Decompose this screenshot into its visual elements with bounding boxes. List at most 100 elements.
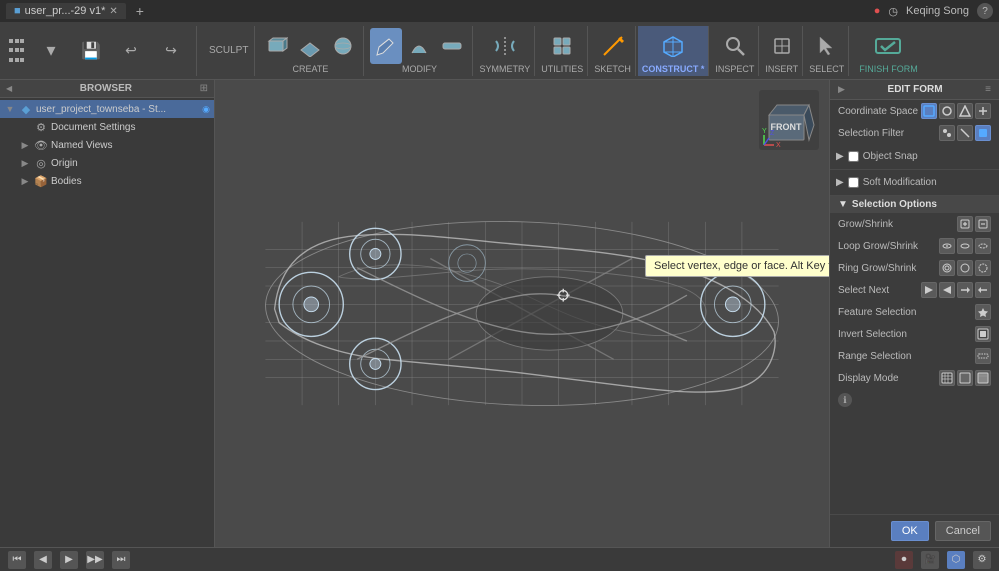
coord-btn-4[interactable] [975,103,991,119]
new-tab-button[interactable]: + [136,3,144,19]
nav-start-btn[interactable]: ⏮ [8,551,26,569]
help-button[interactable]: ? [977,3,993,19]
grow-shrink-row: Grow/Shrink [830,213,999,235]
filter-btn-1[interactable] [939,125,955,141]
modify-edit-btn[interactable] [370,28,402,64]
filter-btn-2[interactable] [957,125,973,141]
3d-canvas[interactable] [215,80,829,547]
coordinate-space-row: Coordinate Space [830,100,999,122]
utilities-label[interactable]: UTILITIES [541,64,583,74]
insert-label[interactable]: INSERT [765,64,798,74]
range-btn-1[interactable] [975,348,991,364]
feature-sel-row: Feature Selection [830,301,999,323]
browser-panel: ◀ BROWSER ⊞ ▼ ◆ user_project_townseba - … [0,80,215,547]
ring-grow-row: Ring Grow/Shrink [830,257,999,279]
nav-next-btn[interactable]: ▶▶ [86,551,104,569]
sketch-btn[interactable] [597,28,629,64]
construct-label[interactable]: CONSTRUCT * [642,64,705,74]
file-button[interactable]: ▾ [32,26,70,76]
display-btn-2[interactable] [957,370,973,386]
create-label[interactable]: CREATE [293,64,329,74]
symmetry-btn[interactable] [489,28,521,64]
object-snap-header[interactable]: ▶ Object Snap [830,148,999,165]
undo-button[interactable]: ↩ [112,26,150,76]
tree-item-origin[interactable]: ▶ ◎ Origin [0,154,214,172]
tree-item-views[interactable]: ▶ 👁 Named Views [0,136,214,154]
toolbar: ▾ 💾 ↩ ↪ SCULPT CREATE [0,22,999,80]
modify-label[interactable]: MODIFY [402,64,437,74]
ring-btn-2[interactable] [957,260,973,276]
cancel-button[interactable]: Cancel [935,521,991,541]
tree-icon-origin: ◎ [34,156,48,170]
create-plane-btn[interactable] [294,28,326,64]
ok-button[interactable]: OK [891,521,929,541]
coord-btn-2[interactable] [939,103,955,119]
tree-arrow-views: ▶ [19,140,31,151]
insert-btn[interactable] [766,28,798,64]
mesh-display-btn[interactable]: ⬡ [947,551,965,569]
select-next-label: Select Next [838,285,921,296]
coord-btn-3[interactable] [957,103,973,119]
display-btn-1[interactable] [939,370,955,386]
loop-grow-icons [939,238,991,254]
tree-item-doc[interactable]: ⚙ Document Settings [0,118,214,136]
finish-label[interactable]: FINISH FORM [859,64,918,74]
feature-btn-1[interactable] [975,304,991,320]
nav-play-btn[interactable]: ▶ [60,551,78,569]
browser-expand[interactable]: ⊞ [200,83,208,94]
finish-form-btn[interactable] [869,28,907,64]
ring-btn-1[interactable] [939,260,955,276]
view-cube[interactable]: FRONT X Y Z [759,90,819,150]
symmetry-label[interactable]: SYMMETRY [479,64,530,74]
ring-btn-3[interactable] [975,260,991,276]
panel-expand[interactable]: ≡ [985,84,991,95]
modify-push-btn[interactable] [403,28,435,64]
apps-button[interactable] [4,26,30,76]
utilities-btn[interactable] [546,28,578,64]
tab-close[interactable]: ✕ [109,6,117,17]
select-btn[interactable] [811,28,843,64]
filter-btn-3[interactable] [975,125,991,141]
viewport[interactable]: Select vertex, edge or face. Alt Key to … [215,80,829,547]
inspect-btn[interactable] [719,28,751,64]
inspect-label[interactable]: INSPECT [715,64,754,74]
coordinate-space-label: Coordinate Space [838,106,921,117]
create-box-btn[interactable] [261,28,293,64]
tree-item-bodies[interactable]: ▶ 📦 Bodies [0,172,214,190]
tree-visibility[interactable]: ◉ [202,104,210,115]
tree-item-root[interactable]: ▼ ◆ user_project_townseba - St... ◉ [0,100,214,118]
loop-btn-1[interactable] [939,238,955,254]
construct-btn[interactable] [657,28,689,64]
select-label[interactable]: SELECT [809,64,844,74]
sketch-label[interactable]: SKETCH [594,64,631,74]
object-snap-checkbox[interactable] [848,151,859,162]
loop-btn-3[interactable] [975,238,991,254]
next-btn-4[interactable] [975,282,991,298]
ring-grow-icons [939,260,991,276]
view-mode-btn[interactable]: 🎥 [921,551,939,569]
next-btn-2[interactable] [939,282,955,298]
soft-mod-checkbox[interactable] [848,177,859,188]
display-btn-3[interactable] [975,370,991,386]
next-btn-3[interactable] [957,282,973,298]
save-button[interactable]: 💾 [72,26,110,76]
invert-btn-1[interactable] [975,326,991,342]
record-mode-btn[interactable]: ⏺ [895,551,913,569]
soft-mod-label: Soft Modification [863,177,937,188]
nav-end-btn[interactable]: ⏭ [112,551,130,569]
modify-thicken-btn[interactable] [436,28,468,64]
grow-btn-2[interactable] [975,216,991,232]
display-mode-row: Display Mode [830,367,999,389]
active-tab[interactable]: ■ user_pr...-29 v1* ✕ [6,3,126,19]
redo-button[interactable]: ↪ [152,26,190,76]
loop-btn-2[interactable] [957,238,973,254]
coord-btn-1[interactable] [921,103,937,119]
grow-btn-1[interactable] [957,216,973,232]
settings-icon[interactable]: ⚙ [973,551,991,569]
nav-prev-btn[interactable]: ◀ [34,551,52,569]
info-icon[interactable]: ℹ [838,393,852,407]
next-btn-1[interactable] [921,282,937,298]
create-sphere-btn[interactable] [327,28,359,64]
soft-mod-header[interactable]: ▶ Soft Modification [830,174,999,191]
title-bar-right: ● ◷ Keqing Song ? [874,3,993,19]
